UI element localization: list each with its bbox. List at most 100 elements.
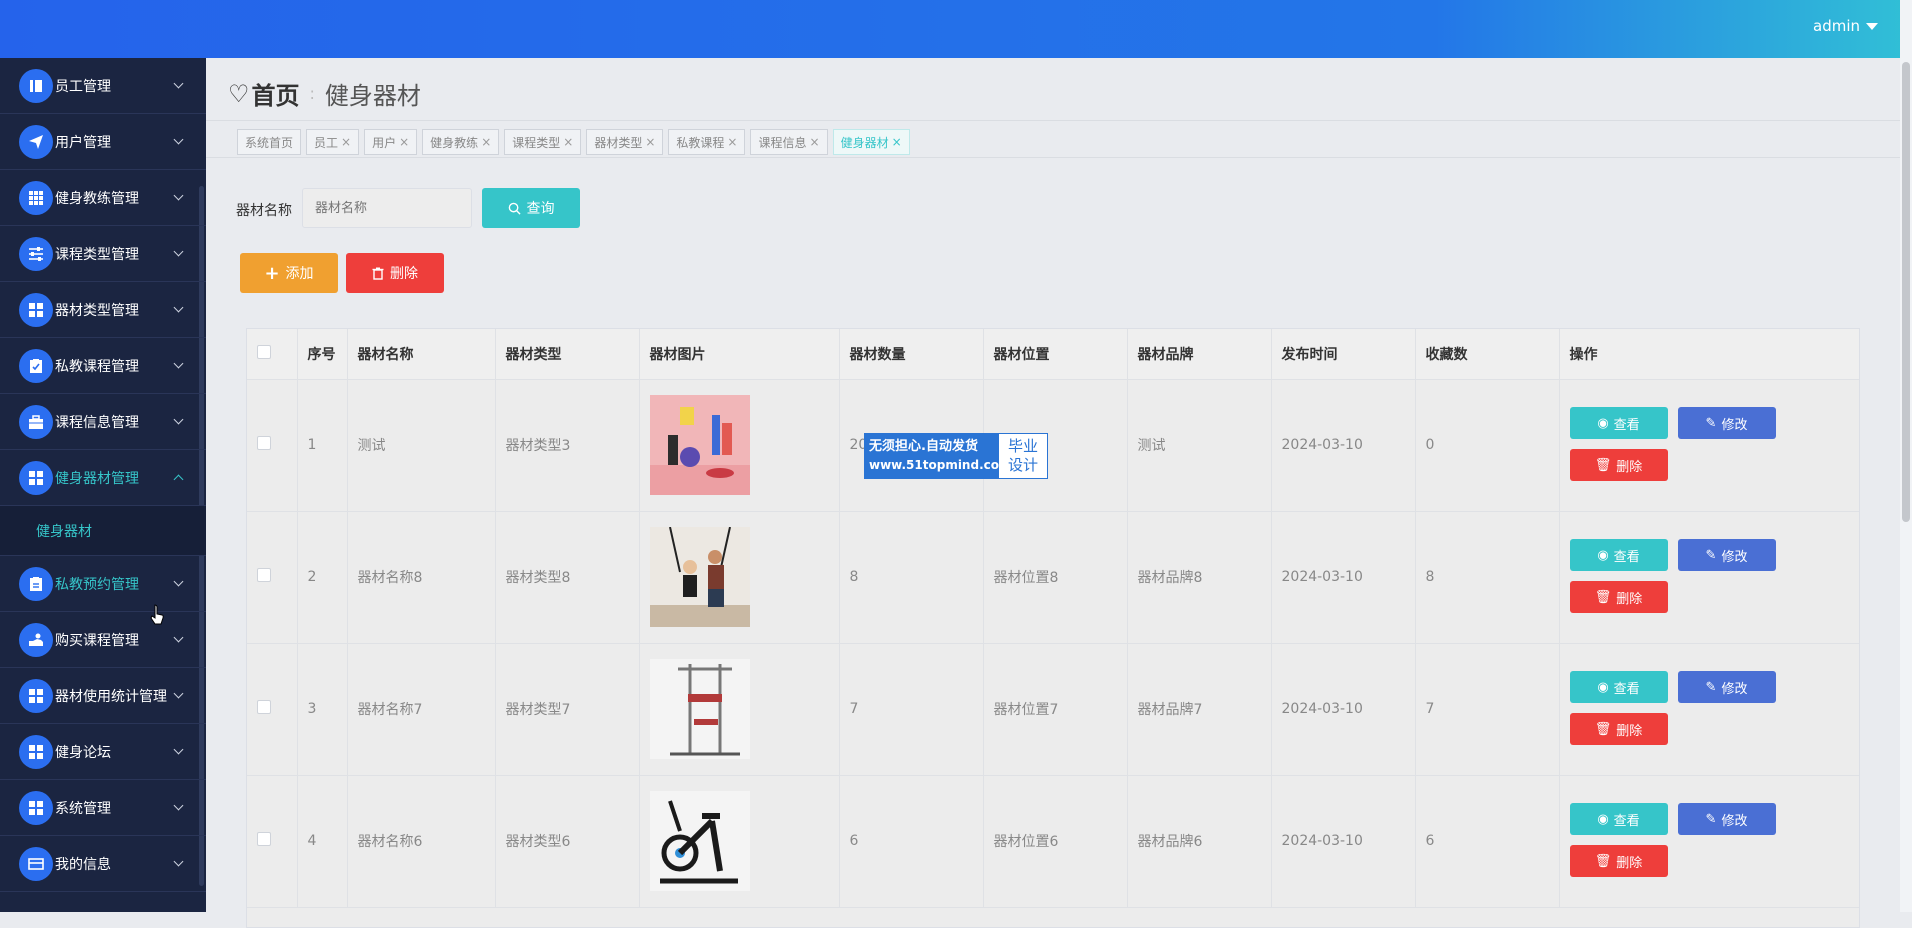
tab-course-info[interactable]: 课程信息 ×	[750, 129, 828, 155]
delete-button[interactable]: 🗑 删除	[1569, 581, 1668, 613]
trash-icon: 🗑	[1594, 721, 1612, 737]
view-button[interactable]: ◉ 查看	[1569, 539, 1668, 571]
close-icon[interactable]: ×	[399, 135, 409, 149]
close-icon[interactable]: ×	[563, 135, 573, 149]
equipment-name-input[interactable]	[302, 188, 472, 228]
sidebar-item-staff[interactable]: 员工管理	[0, 58, 206, 114]
tab-label: 健身教练	[430, 135, 479, 150]
close-icon[interactable]: ×	[810, 135, 820, 149]
delete-button[interactable]: 🗑 删除	[1569, 449, 1668, 481]
table-row: 1 测试 器材类型3 20 测试 2024-03-10 0 ◉ 查看 ✎ 修改 …	[247, 379, 1859, 512]
sidebar-item-system[interactable]: 系统管理	[0, 780, 206, 836]
edit-button[interactable]: ✎ 修改	[1677, 407, 1776, 439]
edit-button[interactable]: ✎ 修改	[1677, 539, 1776, 571]
query-button[interactable]: 查询	[482, 188, 580, 228]
page-scrollbar-thumb[interactable]	[1902, 62, 1910, 522]
tab-home[interactable]: 系统首页	[237, 129, 302, 155]
user-menu[interactable]: admin	[1813, 17, 1878, 35]
chevron-down-icon	[173, 78, 184, 89]
chevron-down-icon	[173, 800, 184, 811]
view-button[interactable]: ◉ 查看	[1569, 407, 1668, 439]
tab-users[interactable]: 用户 ×	[364, 129, 418, 155]
close-icon[interactable]: ×	[481, 135, 491, 149]
clipboard-icon	[19, 348, 53, 383]
batch-delete-button[interactable]: 删除	[346, 253, 444, 293]
row-checkbox[interactable]	[257, 436, 271, 450]
tab-course-types[interactable]: 课程类型 ×	[504, 129, 582, 155]
sidebar-item-users[interactable]: 用户管理	[0, 114, 206, 170]
sidebar-item-equipment-stats[interactable]: 器材使用统计管理	[0, 668, 206, 724]
add-button[interactable]: + 添加	[240, 253, 338, 293]
tab-equipment-types[interactable]: 器材类型 ×	[586, 129, 664, 155]
chevron-up-icon	[173, 474, 184, 485]
row-index: 3	[297, 643, 348, 776]
sidebar-item-course-info[interactable]: 课程信息管理	[0, 394, 206, 450]
tab-label: 器材类型	[594, 135, 643, 150]
pencil-icon: ✎	[1705, 415, 1717, 431]
sidebar-item-label: 器材使用统计管理	[55, 688, 167, 705]
tab-equipment[interactable]: 健身器材 ×	[832, 129, 910, 155]
tab-coaches[interactable]: 健身教练 ×	[422, 129, 500, 155]
grid-icon	[19, 790, 53, 825]
tab-staff[interactable]: 员工 ×	[306, 129, 360, 155]
close-icon[interactable]: ×	[892, 135, 902, 149]
sidebar-item-course-purchases[interactable]: 购买课程管理	[0, 612, 206, 668]
close-icon[interactable]: ×	[341, 135, 351, 149]
sidebar-item-forum[interactable]: 健身论坛	[0, 724, 206, 780]
pencil-icon: ✎	[1705, 547, 1717, 563]
pink-room-photo	[649, 395, 750, 495]
sidebar-item-course-types[interactable]: 课程类型管理	[0, 226, 206, 282]
view-button[interactable]: ◉ 查看	[1569, 803, 1668, 835]
chevron-down-icon	[173, 856, 184, 867]
edit-label: 修改	[1721, 417, 1748, 433]
row-checkbox[interactable]	[257, 568, 271, 582]
row-checkbox[interactable]	[257, 832, 271, 846]
column-header: 序号	[297, 329, 348, 380]
chevron-down-icon	[173, 744, 184, 755]
view-label: 查看	[1613, 549, 1640, 565]
equipment-qty: 6	[839, 775, 984, 908]
watermark-right2: 设计	[1007, 456, 1038, 474]
close-icon[interactable]: ×	[727, 135, 737, 149]
edit-label: 修改	[1721, 813, 1748, 829]
close-icon[interactable]: ×	[645, 135, 655, 149]
equipment-name: 测试	[347, 379, 496, 512]
book-icon	[19, 68, 53, 103]
favorite-count: 8	[1415, 511, 1560, 644]
select-all-cell	[247, 329, 298, 380]
sidebar-item-equipment-types[interactable]: 器材类型管理	[0, 282, 206, 338]
chevron-down-icon	[173, 358, 184, 369]
tab-label: 系统首页	[245, 135, 294, 150]
delete-button[interactable]: 🗑 删除	[1569, 845, 1668, 877]
select-all-checkbox[interactable]	[257, 344, 271, 359]
view-label: 查看	[1613, 417, 1640, 433]
delete-button[interactable]: 🗑 删除	[1569, 713, 1668, 745]
sidebar-item-label: 健身论坛	[55, 744, 111, 761]
equipment-type: 器材类型8	[495, 511, 640, 644]
tab-label: 员工	[314, 135, 339, 150]
sidebar-item-coaches[interactable]: 健身教练管理	[0, 170, 206, 226]
column-header: 器材名称	[347, 329, 496, 380]
eye-icon: ◉	[1597, 415, 1609, 431]
tab-private-courses[interactable]: 私教课程 ×	[668, 129, 746, 155]
column-header: 发布时间	[1271, 329, 1416, 380]
submenu-item-equipment[interactable]: 健身器材	[0, 506, 206, 556]
clipboard-icon	[19, 566, 53, 601]
grid-icon	[19, 734, 53, 769]
trash-icon: 🗑	[1594, 589, 1612, 605]
breadcrumb-home[interactable]: 首页	[252, 76, 300, 111]
sidebar-item-private-bookings[interactable]: 私教预约管理	[0, 556, 206, 612]
sidebar-item-equipment[interactable]: 健身器材管理	[0, 450, 206, 506]
sidebar-item-my-info[interactable]: 我的信息	[0, 836, 206, 892]
chevron-down-icon	[173, 576, 184, 587]
sidebar-item-private-courses[interactable]: 私教课程管理	[0, 338, 206, 394]
publish-date: 2024-03-10	[1271, 643, 1416, 776]
page-scrollbar[interactable]	[1900, 0, 1912, 912]
sidebar-item-label: 课程信息管理	[55, 414, 139, 431]
edit-button[interactable]: ✎ 修改	[1677, 671, 1776, 703]
edit-button[interactable]: ✎ 修改	[1677, 803, 1776, 835]
row-checkbox[interactable]	[257, 700, 271, 714]
heart-icon: ♡	[228, 79, 250, 108]
equipment-location: 器材位置6	[983, 775, 1128, 908]
view-button[interactable]: ◉ 查看	[1569, 671, 1668, 703]
